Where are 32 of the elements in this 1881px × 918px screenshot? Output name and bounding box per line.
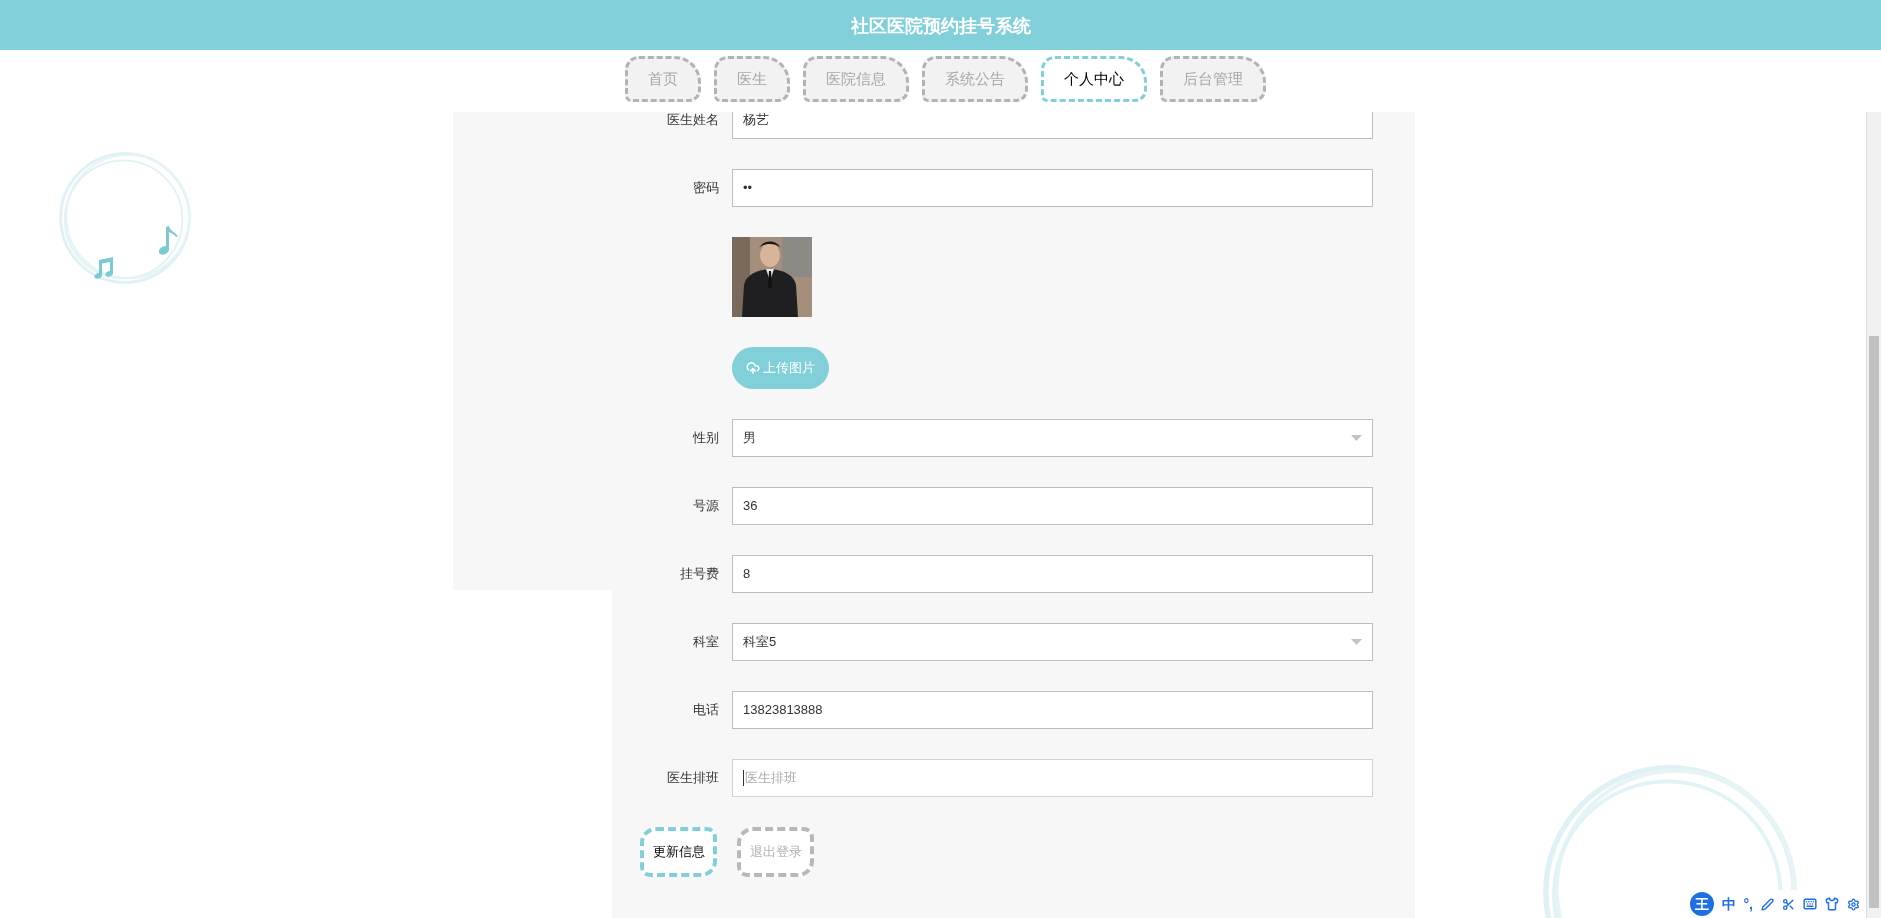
- nav-tab[interactable]: 个人中心: [1041, 56, 1147, 102]
- field-label: 科室: [692, 633, 720, 652]
- dropdown-caret-icon: [1351, 435, 1362, 441]
- scrollbar-thumb[interactable]: [1869, 336, 1879, 908]
- field-label: 医生排班: [666, 769, 720, 788]
- ime-logo[interactable]: 王: [1689, 892, 1714, 916]
- cloud-upload-icon: [746, 361, 760, 375]
- field-label: 挂号费: [679, 565, 720, 584]
- shirt-icon[interactable]: [1825, 897, 1839, 911]
- ime-mode-toggle[interactable]: 中: [1721, 893, 1736, 915]
- field-label: 电话: [692, 701, 720, 720]
- select-field[interactable]: 科室5: [732, 623, 1373, 661]
- text-field[interactable]: 13823813888: [732, 691, 1373, 729]
- scissors-icon[interactable]: [1782, 897, 1795, 911]
- ime-punctuation-toggle[interactable]: °,: [1743, 893, 1753, 915]
- text-field[interactable]: ••: [732, 169, 1373, 207]
- field-label: 医生姓名: [666, 112, 720, 130]
- dropdown-caret-icon: [1351, 639, 1362, 645]
- music-notes-icon: [93, 255, 115, 279]
- music-note-icon: [158, 223, 180, 257]
- text-field[interactable]: 36: [732, 487, 1373, 525]
- field-label: 密码: [692, 179, 720, 198]
- update-button[interactable]: 更新信息: [640, 827, 717, 877]
- field-label: 性别: [692, 429, 720, 448]
- text-field[interactable]: 8: [732, 555, 1373, 593]
- text-field[interactable]: 杨艺: [732, 112, 1373, 139]
- pen-icon[interactable]: [1761, 897, 1774, 911]
- site-title: 社区医院预约挂号系统: [850, 13, 1031, 38]
- keyboard-icon[interactable]: [1803, 897, 1817, 911]
- field-label: 号源: [692, 497, 720, 516]
- settings-icon[interactable]: [1847, 897, 1860, 911]
- select-field[interactable]: 男: [732, 419, 1373, 457]
